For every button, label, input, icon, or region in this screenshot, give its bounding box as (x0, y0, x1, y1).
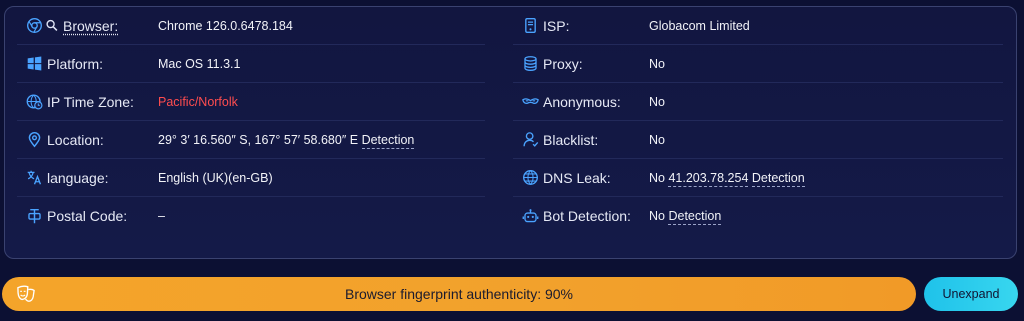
isp-value: Globacom Limited (649, 18, 750, 33)
dns-ip-link[interactable]: 41.203.78.254 (668, 170, 749, 187)
unexpand-button[interactable]: Unexpand (924, 277, 1018, 311)
blacklist-value: No (649, 132, 665, 147)
language-label: language: (47, 169, 109, 186)
location-row: Location: 29° 3′ 16.560″ S, 167° 57′ 58.… (17, 121, 485, 159)
browser-value: Chrome 126.0.6478.184 (158, 18, 293, 33)
proxy-label: Proxy: (543, 55, 583, 72)
dns-leak-label: DNS Leak: (543, 169, 611, 186)
windows-icon (25, 55, 43, 73)
timezone-value: Pacific/Norfolk (158, 94, 238, 109)
dns-leak-row: DNS Leak: No 41.203.78.254 Detection (513, 159, 1003, 197)
left-column: Browser: Chrome 126.0.6478.184 Platform:… (17, 7, 485, 235)
isp-row: ISP: Globacom Limited (513, 7, 1003, 45)
dns-leak-value: No 41.203.78.254 Detection (649, 170, 805, 187)
dns-detection-link[interactable]: Detection (751, 170, 805, 187)
database-icon (521, 55, 539, 73)
location-detection-link[interactable]: Detection (361, 132, 415, 149)
dns-leak-status: No (649, 170, 665, 185)
location-value: 29° 3′ 16.560″ S, 167° 57′ 58.680″ E Det… (158, 132, 415, 149)
postal-value: – (158, 209, 165, 223)
bot-detection-status: No (649, 209, 665, 223)
anonymous-row: Anonymous: No (513, 83, 1003, 121)
timezone-label: IP Time Zone: (47, 93, 134, 110)
chrome-icon (25, 17, 43, 35)
platform-value: Mac OS 11.3.1 (158, 56, 241, 71)
proxy-value: No (649, 56, 665, 71)
browser-row: Browser: Chrome 126.0.6478.184 (17, 7, 485, 45)
browser-label[interactable]: Browser: (63, 18, 118, 34)
isp-label: ISP: (543, 17, 570, 34)
search-icon[interactable] (45, 17, 59, 35)
globe-icon (521, 169, 539, 187)
right-column: ISP: Globacom Limited Proxy: No Anonymou… (513, 7, 1003, 235)
platform-label: Platform: (47, 55, 104, 72)
platform-row: Platform: Mac OS 11.3.1 (17, 45, 485, 83)
postal-row: Postal Code: – (17, 197, 485, 235)
blacklist-label: Blacklist: (543, 131, 599, 148)
anonymous-label: Anonymous: (543, 93, 621, 110)
translate-icon (25, 169, 43, 187)
location-coordinates: 29° 3′ 16.560″ S, 167° 57′ 58.680″ E (158, 132, 359, 147)
server-icon (521, 17, 539, 35)
proxy-row: Proxy: No (513, 45, 1003, 83)
mask-icon (521, 93, 539, 111)
anonymous-value: No (649, 94, 665, 109)
user-icon (521, 131, 539, 149)
globe-clock-icon (25, 93, 43, 111)
info-panel: Browser: Chrome 126.0.6478.184 Platform:… (4, 6, 1017, 259)
location-label: Location: (47, 131, 104, 148)
blacklist-row: Blacklist: No (513, 121, 1003, 159)
bot-detection-row: Bot Detection: No Detection (513, 197, 1003, 235)
bot-detection-label: Bot Detection: (543, 208, 631, 224)
authenticity-progress-bar: Browser fingerprint authenticity: 90% (2, 277, 916, 311)
bot-detection-value: No Detection (649, 209, 722, 225)
robot-icon (521, 207, 539, 225)
authenticity-text: Browser fingerprint authenticity: 90% (345, 286, 573, 302)
theater-mask-icon (16, 285, 36, 303)
postal-label: Postal Code: (47, 208, 128, 224)
language-row: language: English (UK)(en-GB) (17, 159, 485, 197)
bot-detection-link[interactable]: Detection (668, 209, 722, 225)
language-value: English (UK)(en-GB) (158, 170, 273, 185)
postal-icon (25, 207, 43, 225)
timezone-row: IP Time Zone: Pacific/Norfolk (17, 83, 485, 121)
location-pin-icon (25, 131, 43, 149)
